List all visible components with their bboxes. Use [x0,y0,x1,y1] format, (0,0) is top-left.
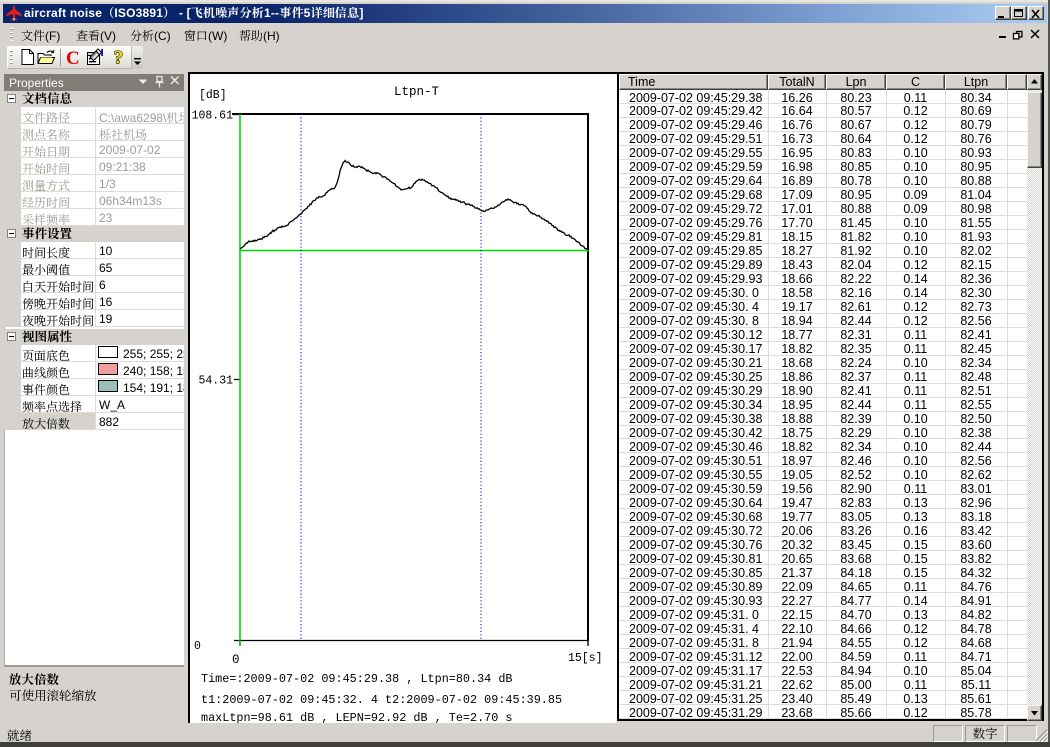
svg-text:Ltpn-T: Ltpn-T [394,85,440,99]
svg-text:[dB]: [dB] [199,89,227,102]
svg-text:108.61: 108.61 [192,110,234,123]
svg-text:0: 0 [194,640,201,653]
svg-text:54.31: 54.31 [198,375,233,388]
svg-text:t1:2009-07-02 09:45:32. 4 t2:2: t1:2009-07-02 09:45:32. 4 t2:2009-07-02 … [201,693,562,707]
svg-text:maxLtpn=98.61 dB , LEPN=92.92: maxLtpn=98.61 dB , LEPN=92.92 dB , Te=2.… [201,711,513,723]
svg-text:15[s]: 15[s] [568,652,603,665]
svg-text:?: ? [114,48,124,66]
svg-text:Time=:2009-07-02 09:45:29.38 ,: Time=:2009-07-02 09:45:29.38 , Ltpn=80.3… [201,672,513,686]
svg-text:0: 0 [232,653,240,667]
